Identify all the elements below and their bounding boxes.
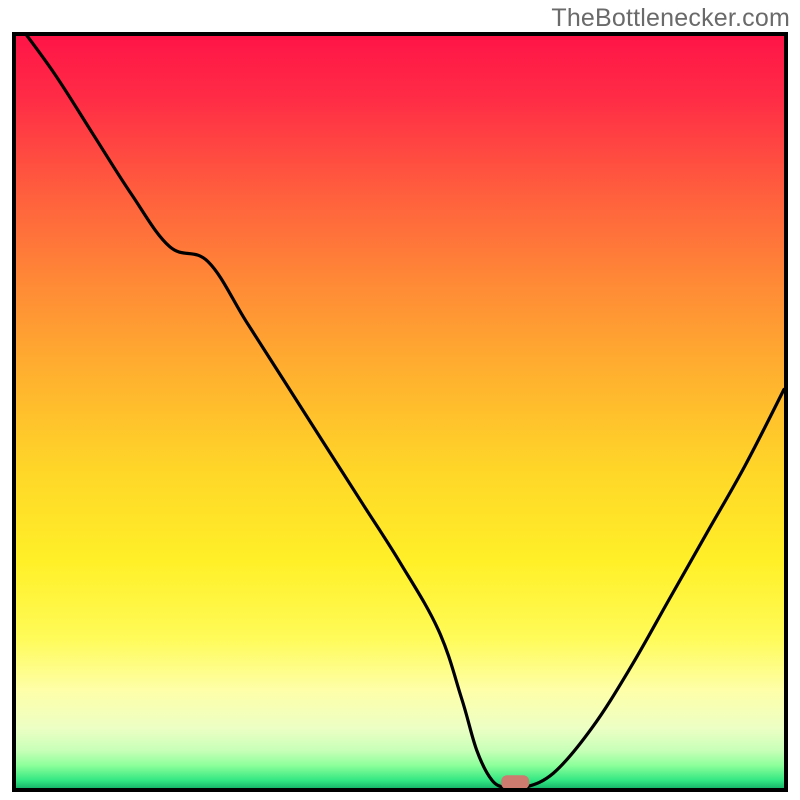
- chart-frame: TheBottlenecker.com: [0, 0, 800, 800]
- plot-area: [12, 32, 788, 792]
- curve-layer: [16, 36, 784, 788]
- selected-point-marker: [501, 775, 529, 788]
- attribution-label: TheBottlenecker.com: [551, 4, 790, 33]
- bottleneck-curve: [16, 36, 784, 788]
